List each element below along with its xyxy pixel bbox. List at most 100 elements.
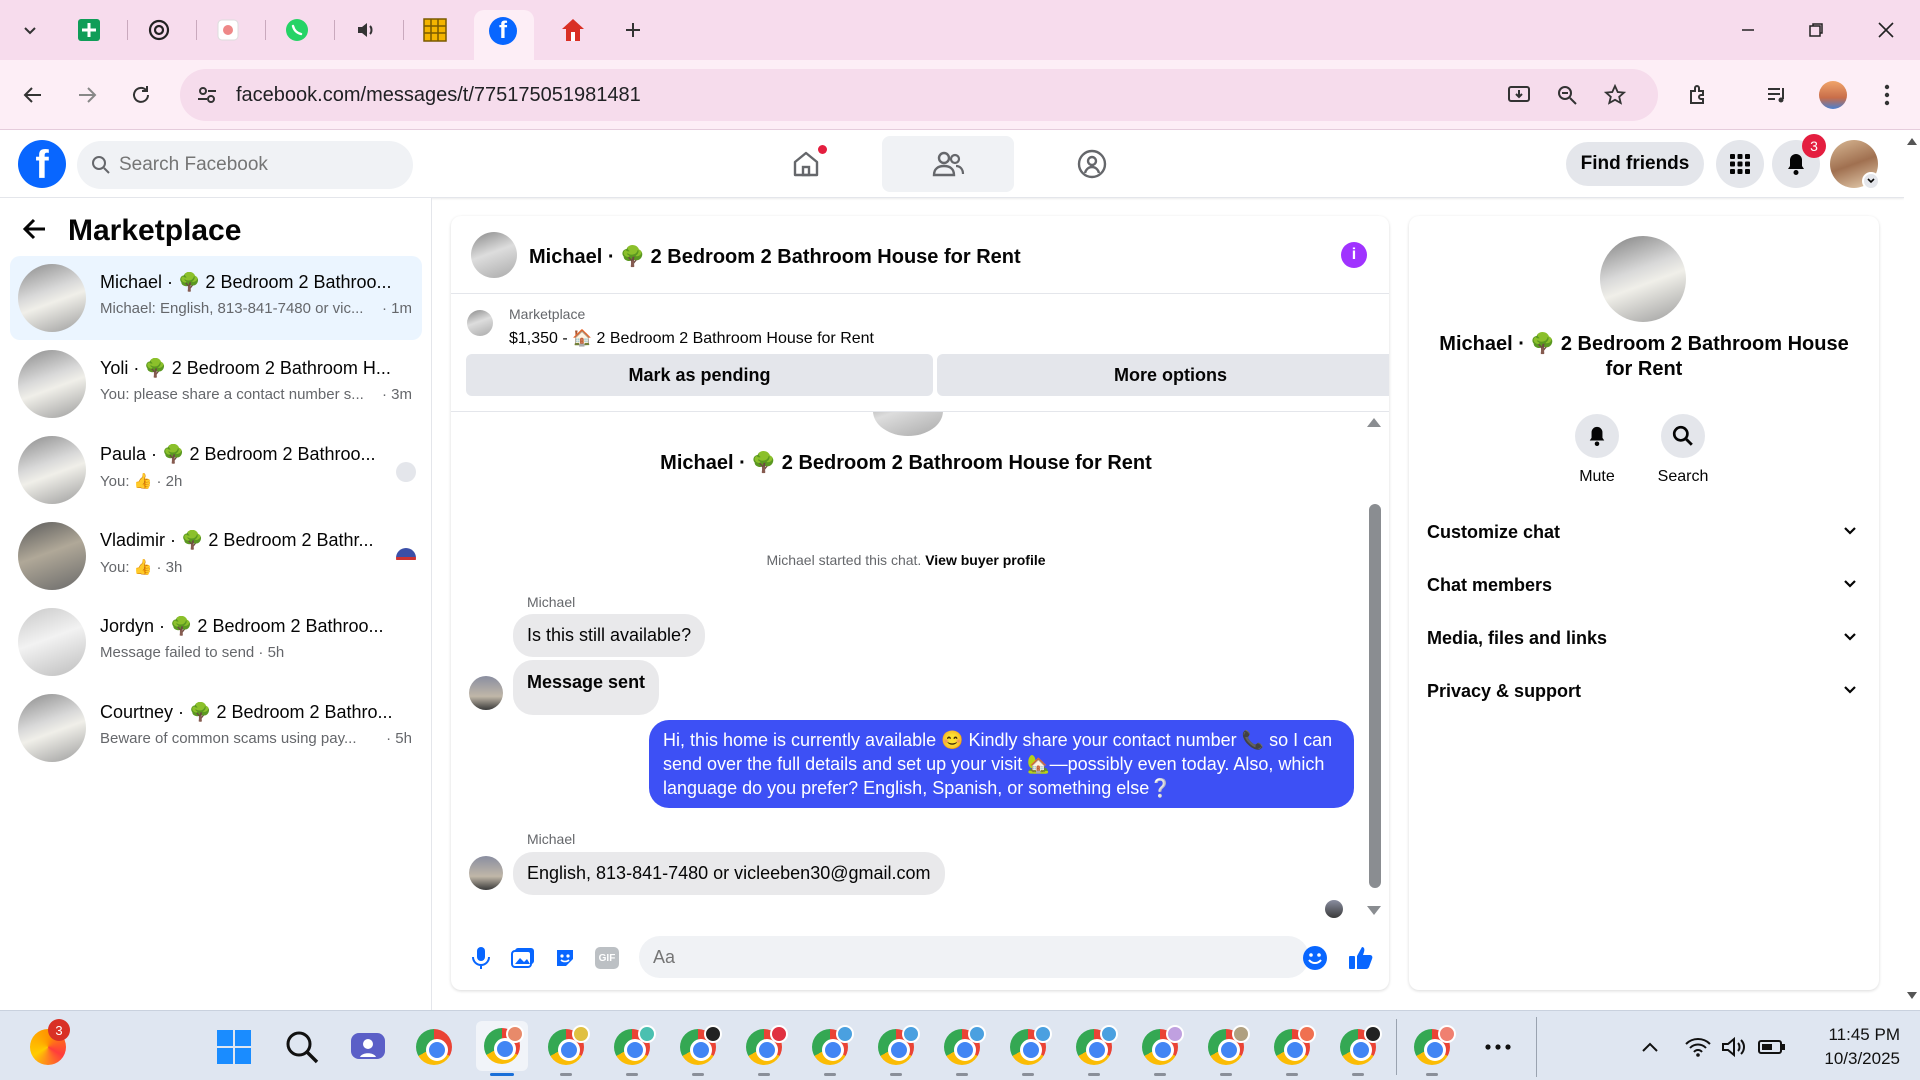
sticker-icon[interactable] bbox=[551, 944, 579, 972]
start-button[interactable] bbox=[212, 1025, 256, 1069]
customize-chat-section[interactable]: Customize chat bbox=[1427, 522, 1857, 562]
reload-button[interactable] bbox=[124, 78, 158, 112]
extensions-icon[interactable] bbox=[1682, 78, 1716, 112]
search-input[interactable] bbox=[119, 141, 399, 189]
taskbar-chrome-profile[interactable] bbox=[1204, 1025, 1250, 1069]
taskbar-chrome-profile[interactable] bbox=[742, 1025, 788, 1069]
tray-overflow-button[interactable] bbox=[1628, 1025, 1672, 1069]
taskbar-chrome-profile[interactable] bbox=[544, 1025, 590, 1069]
nav-groups[interactable] bbox=[1026, 136, 1158, 192]
forward-button[interactable] bbox=[70, 78, 104, 112]
info-icon[interactable]: i bbox=[1341, 242, 1367, 268]
back-arrow-icon[interactable] bbox=[22, 216, 48, 249]
nav-friends[interactable] bbox=[882, 136, 1014, 192]
tab-chatgpt[interactable] bbox=[134, 10, 184, 50]
taskbar-chrome-profile[interactable] bbox=[808, 1025, 854, 1069]
close-window-button[interactable] bbox=[1866, 12, 1906, 48]
search-in-chat-button[interactable]: Search bbox=[1643, 414, 1723, 486]
tab-sheets[interactable] bbox=[64, 10, 114, 50]
new-tab-button[interactable] bbox=[608, 10, 658, 50]
bookmark-star-icon[interactable] bbox=[1598, 78, 1632, 112]
mark-as-pending-button[interactable]: Mark as pending bbox=[466, 354, 933, 396]
media-control-icon[interactable] bbox=[1760, 78, 1794, 112]
chat-title[interactable]: Michael · 🌳 2 Bedroom 2 Bathroom House f… bbox=[529, 244, 1021, 269]
incoming-message[interactable]: English, 813-841-7480 or vicleeben30@gma… bbox=[513, 852, 945, 895]
conversation-item-yoli[interactable]: Yoli · 🌳 2 Bedroom 2 Bathroom H... You: … bbox=[10, 342, 422, 426]
taskbar-meet[interactable] bbox=[346, 1025, 390, 1069]
profile-avatar[interactable] bbox=[1816, 78, 1850, 112]
install-app-icon[interactable] bbox=[1502, 78, 1536, 112]
taskbar-overflow-button[interactable] bbox=[1476, 1025, 1520, 1069]
taskbar-chrome-profile[interactable] bbox=[1006, 1025, 1052, 1069]
conversation-item-michael[interactable]: Michael · 🌳 2 Bedroom 2 Bathroo... Micha… bbox=[10, 256, 422, 340]
conversation-item-jordyn[interactable]: Jordyn · 🌳 2 Bedroom 2 Bathroo... Messag… bbox=[10, 600, 422, 684]
conversation-item-courtney[interactable]: Courtney · 🌳 2 Bedroom 2 Bathro... Bewar… bbox=[10, 686, 422, 770]
minimize-button[interactable] bbox=[1728, 12, 1768, 48]
tab-red[interactable] bbox=[548, 10, 598, 50]
more-options-button[interactable]: More options bbox=[937, 354, 1389, 396]
site-info-icon[interactable] bbox=[194, 82, 220, 108]
emoji-icon[interactable] bbox=[1301, 944, 1329, 972]
chat-avatar[interactable] bbox=[471, 232, 517, 278]
browser-menu-icon[interactable] bbox=[1870, 78, 1904, 112]
taskbar-chrome-profile[interactable] bbox=[1072, 1025, 1118, 1069]
facebook-logo[interactable]: f bbox=[18, 140, 66, 188]
account-avatar[interactable] bbox=[1830, 140, 1880, 190]
address-bar[interactable]: facebook.com/messages/t/775175051981481 bbox=[180, 69, 1658, 121]
menu-grid-button[interactable] bbox=[1716, 140, 1764, 188]
tab-facebook[interactable]: f bbox=[474, 10, 534, 60]
media-files-links-section[interactable]: Media, files and links bbox=[1427, 628, 1857, 668]
taskbar-search[interactable] bbox=[280, 1025, 324, 1069]
taskbar-chrome-active[interactable] bbox=[476, 1021, 528, 1071]
taskbar-chrome-profile[interactable] bbox=[940, 1025, 986, 1069]
mute-button[interactable]: Mute bbox=[1557, 414, 1637, 486]
like-thumb-icon[interactable] bbox=[1347, 944, 1375, 972]
scroll-down-arrow-icon[interactable] bbox=[1367, 906, 1381, 915]
taskbar-chrome-profile[interactable] bbox=[676, 1025, 722, 1069]
taskbar-chrome-profile[interactable] bbox=[874, 1025, 920, 1069]
taskbar-firefox[interactable]: 3 bbox=[26, 1019, 70, 1069]
photo-icon[interactable] bbox=[509, 944, 537, 972]
taskbar-chrome-profile[interactable] bbox=[1336, 1025, 1382, 1069]
gif-icon[interactable]: GIF bbox=[593, 944, 621, 972]
taskbar-chrome[interactable] bbox=[412, 1025, 456, 1069]
privacy-support-section[interactable]: Privacy & support bbox=[1427, 681, 1857, 721]
tab-audio[interactable] bbox=[341, 10, 391, 50]
restore-button[interactable] bbox=[1796, 12, 1836, 48]
thread-scrollbar[interactable] bbox=[1369, 504, 1381, 888]
taskbar-chrome-profile[interactable] bbox=[1270, 1025, 1316, 1069]
message-input[interactable] bbox=[639, 936, 1309, 978]
find-friends-button[interactable]: Find friends bbox=[1566, 142, 1704, 186]
nav-home[interactable] bbox=[740, 136, 872, 192]
url-text[interactable]: facebook.com/messages/t/775175051981481 bbox=[236, 84, 641, 107]
taskbar-chrome-profile[interactable] bbox=[1410, 1025, 1456, 1069]
tab-3[interactable] bbox=[203, 10, 253, 50]
taskbar-chrome-profile[interactable] bbox=[610, 1025, 656, 1069]
conversation-item-vladimir[interactable]: Vladimir · 🌳 2 Bedroom 2 Bathr... You: 👍… bbox=[10, 514, 422, 598]
taskbar-chrome-profile[interactable] bbox=[1138, 1025, 1184, 1069]
search-box[interactable] bbox=[77, 141, 413, 189]
notifications-button[interactable]: 3 bbox=[1772, 134, 1826, 188]
conversation-item-paula[interactable]: Paula · 🌳 2 Bedroom 2 Bathroo... You: 👍 … bbox=[10, 428, 422, 512]
chat-members-section[interactable]: Chat members bbox=[1427, 575, 1857, 615]
tab-search-dropdown-icon[interactable] bbox=[8, 10, 52, 50]
clock-date[interactable]: 10/3/2025 bbox=[1808, 1049, 1900, 1069]
view-buyer-profile-link[interactable]: View buyer profile bbox=[925, 552, 1045, 568]
page-scroll-up-icon[interactable] bbox=[1907, 138, 1917, 145]
tab-sheet-grid[interactable] bbox=[410, 10, 460, 50]
page-scroll-down-icon[interactable] bbox=[1907, 992, 1917, 999]
outgoing-message[interactable]: Hi, this home is currently available 😊 K… bbox=[649, 720, 1354, 808]
page-scrollbar[interactable] bbox=[1904, 130, 1920, 1010]
scroll-up-arrow-icon[interactable] bbox=[1367, 418, 1381, 427]
details-avatar[interactable] bbox=[1600, 236, 1686, 322]
microphone-icon[interactable] bbox=[467, 944, 495, 972]
listing-price[interactable]: $1,350 - 🏠 2 Bedroom 2 Bathroom House fo… bbox=[509, 328, 874, 348]
tab-whatsapp[interactable] bbox=[272, 10, 322, 50]
battery-icon[interactable] bbox=[1750, 1025, 1794, 1069]
incoming-message[interactable]: Message sent bbox=[513, 660, 660, 715]
clock-time[interactable]: 11:45 PM bbox=[1808, 1025, 1900, 1045]
zoom-icon[interactable] bbox=[1550, 78, 1584, 112]
incoming-message[interactable]: Is this still available? bbox=[513, 614, 706, 657]
back-button[interactable] bbox=[16, 78, 50, 112]
listing-thumbnail[interactable] bbox=[467, 310, 493, 336]
